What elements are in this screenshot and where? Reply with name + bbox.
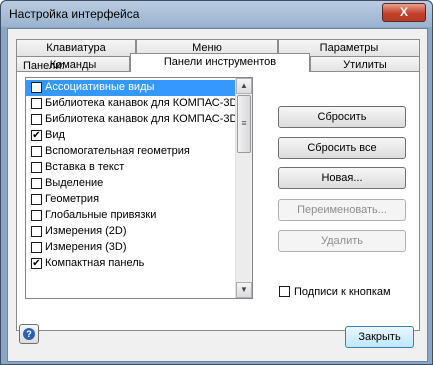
list-item[interactable]: Вставка в текст <box>26 160 236 176</box>
list-item-label: Компактная панель <box>45 257 145 269</box>
list-scrollbar[interactable]: ▲ ≡ ▼ <box>235 78 252 298</box>
list-item[interactable]: Вспомогательная геометрия <box>26 144 236 160</box>
close-button[interactable]: Закрыть <box>345 326 414 348</box>
button-captions-label: Подписи к кнопкам <box>294 286 391 298</box>
list-item-checkbox[interactable] <box>31 98 42 109</box>
tab-toolbars[interactable]: Панели инструментов <box>130 53 310 72</box>
list-item-checkbox[interactable] <box>31 82 42 93</box>
list-item[interactable]: Ассоциативные виды <box>26 80 236 96</box>
list-item-checkbox[interactable] <box>31 194 42 205</box>
title-bar[interactable]: Настройка интерфейса X <box>1 1 432 27</box>
help-button[interactable]: ? <box>19 324 39 344</box>
list-item[interactable]: Измерения (3D) <box>26 240 236 256</box>
list-item-checkbox[interactable]: ✔ <box>31 258 42 269</box>
list-item[interactable]: Глобальные привязки <box>26 208 236 224</box>
list-item[interactable]: Библиотека канавок для КОМПАС-3D <box>26 96 236 112</box>
list-item-label: Ассоциативные виды <box>45 81 155 93</box>
list-item-label: Измерения (3D) <box>45 241 127 253</box>
list-item-checkbox[interactable] <box>31 146 42 157</box>
toolbars-list[interactable]: Ассоциативные виды Библиотека канавок для… <box>25 77 253 299</box>
tab-utilities[interactable]: Утилиты <box>310 56 420 72</box>
reset-button[interactable]: Сбросить <box>278 106 406 128</box>
list-item-checkbox[interactable] <box>31 114 42 125</box>
help-icon: ? <box>23 328 35 340</box>
list-item-label: Глобальные привязки <box>45 209 157 221</box>
list-item-checkbox[interactable]: ✔ <box>31 130 42 141</box>
list-item-label: Выделение <box>45 177 104 189</box>
scroll-up-button[interactable]: ▲ <box>236 78 252 94</box>
list-item-label: Измерения (2D) <box>45 225 127 237</box>
list-item-checkbox[interactable] <box>31 178 42 189</box>
list-item[interactable]: ✔ Вид <box>26 128 236 144</box>
list-item-checkbox[interactable] <box>31 226 42 237</box>
window-title: Настройка интерфейса <box>9 7 140 21</box>
list-item-checkbox[interactable] <box>31 210 42 221</box>
scroll-down-button[interactable]: ▼ <box>236 282 252 298</box>
list-item-label: Вид <box>45 129 65 141</box>
panels-label: Панели: <box>23 60 65 72</box>
list-item-label: Вспомогательная геометрия <box>45 145 190 157</box>
tab-keyboard[interactable]: Клавиатура <box>16 39 136 56</box>
button-captions-checkbox[interactable] <box>279 286 290 297</box>
settings-dialog: Настройка интерфейса X Клавиатура Меню П… <box>0 0 433 365</box>
list-item-label: Библиотека канавок для КОМПАС-3D <box>45 97 236 109</box>
rename-button[interactable]: Переименовать... <box>278 199 406 221</box>
list-item-label: Библиотека канавок для КОМПАС-3D <box>45 113 236 125</box>
new-toolbar-button[interactable]: Новая... <box>278 167 406 189</box>
list-item-checkbox[interactable] <box>31 242 42 253</box>
reset-all-button[interactable]: Сбросить все <box>278 137 406 159</box>
list-item[interactable]: Геометрия <box>26 192 236 208</box>
close-window-button[interactable]: X <box>382 3 426 22</box>
list-item[interactable]: Измерения (2D) <box>26 224 236 240</box>
list-item-checkbox[interactable] <box>31 162 42 173</box>
list-item-label: Геометрия <box>45 193 100 205</box>
delete-button[interactable]: Удалить <box>278 230 406 252</box>
scroll-thumb[interactable]: ≡ <box>237 95 251 153</box>
list-item-label: Вставка в текст <box>45 161 125 173</box>
list-item[interactable]: ✔ Компактная панель <box>26 256 236 272</box>
list-item[interactable]: Библиотека канавок для КОМПАС-3D <box>26 112 236 128</box>
list-item[interactable]: Выделение <box>26 176 236 192</box>
